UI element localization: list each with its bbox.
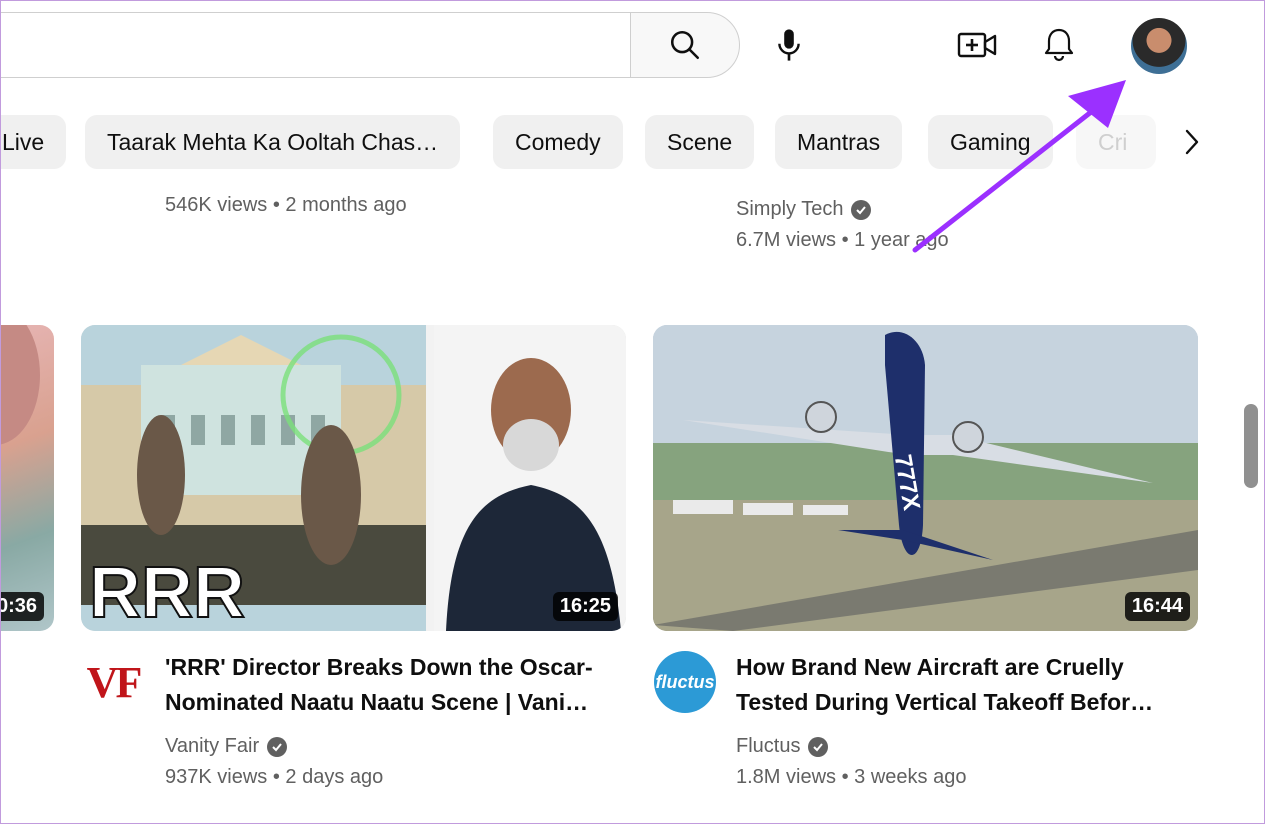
channel-name-row[interactable]: Simply Tech <box>736 198 872 221</box>
notifications-button[interactable] <box>1034 20 1084 70</box>
chip-taarak-mehta[interactable]: Taarak Mehta Ka Ooltah Chas… <box>85 115 461 169</box>
search-icon <box>670 30 700 60</box>
chips-next-button[interactable] <box>1170 120 1214 164</box>
video-meta: 6.7M views • 1 year ago <box>736 229 949 251</box>
verified-badge-icon <box>808 736 829 757</box>
video-duration: 16:25 <box>552 592 618 621</box>
aircraft-thumbnail-art: 777X <box>653 325 1198 631</box>
chip-gaming[interactable]: Gaming <box>928 115 1053 169</box>
chip-mantras[interactable]: Mantras <box>775 115 903 169</box>
chip-comedy[interactable]: Comedy <box>493 115 623 169</box>
channel-avatar-fluctus[interactable]: fluctus <box>654 651 716 713</box>
video-thumbnail-rrr[interactable]: RRR 16:25 <box>81 325 626 631</box>
notifications-bell-icon <box>1044 28 1074 62</box>
search-button[interactable] <box>630 12 740 78</box>
channel-name-row[interactable]: Vanity Fair <box>165 735 288 758</box>
create-button[interactable] <box>952 20 1002 70</box>
thumbnail-face <box>0 325 40 445</box>
video-title-line: How Brand New Aircraft are Cruelly <box>736 654 1124 680</box>
page-scrollbar[interactable] <box>1244 404 1258 488</box>
video-meta: 1.8M views • 3 weeks ago <box>736 766 967 788</box>
channel-name[interactable]: Vanity Fair <box>165 735 259 758</box>
video-duration: 16:44 <box>1124 592 1190 621</box>
chip-live[interactable]: Live <box>0 115 66 169</box>
thumbnail-rrr-text: RRR <box>89 553 245 631</box>
video-title[interactable]: 'RRR' Director Breaks Down the Oscar- No… <box>165 650 605 720</box>
video-thumbnail-aircraft[interactable]: 777X 16:44 <box>653 325 1198 631</box>
video-title-line: 'RRR' Director Breaks Down the Oscar- <box>165 654 593 680</box>
verified-badge-icon <box>851 199 872 220</box>
search-box[interactable] <box>0 12 630 78</box>
profile-avatar[interactable] <box>1131 18 1187 74</box>
search-input[interactable] <box>11 31 575 63</box>
rrr-thumbnail-art: RRR <box>81 325 626 631</box>
voice-search-button[interactable] <box>764 20 814 70</box>
mic-icon <box>778 29 800 61</box>
video-title-line: Nominated Naatu Naatu Scene | Vani… <box>165 689 589 715</box>
chevron-right-icon <box>1185 129 1199 155</box>
video-meta: 937K views • 2 days ago <box>165 766 384 788</box>
create-video-icon <box>957 32 997 58</box>
video-title-line: Tested During Vertical Takeoff Befor… <box>736 689 1154 715</box>
chip-scene[interactable]: Scene <box>645 115 755 169</box>
video-thumbnail[interactable]: 0:36 <box>0 325 54 631</box>
video-meta: 546K views • 2 months ago <box>165 194 407 216</box>
video-duration: 0:36 <box>0 592 44 621</box>
video-title[interactable]: How Brand New Aircraft are Cruelly Teste… <box>736 650 1176 720</box>
chip-cricket-partial[interactable]: Cri <box>1076 115 1156 169</box>
channel-name-row[interactable]: Fluctus <box>736 735 829 758</box>
channel-avatar-vanity-fair[interactable]: VF <box>82 651 144 713</box>
verified-badge-icon <box>267 736 288 757</box>
channel-name[interactable]: Fluctus <box>736 735 800 758</box>
channel-name[interactable]: Simply Tech <box>736 198 843 221</box>
